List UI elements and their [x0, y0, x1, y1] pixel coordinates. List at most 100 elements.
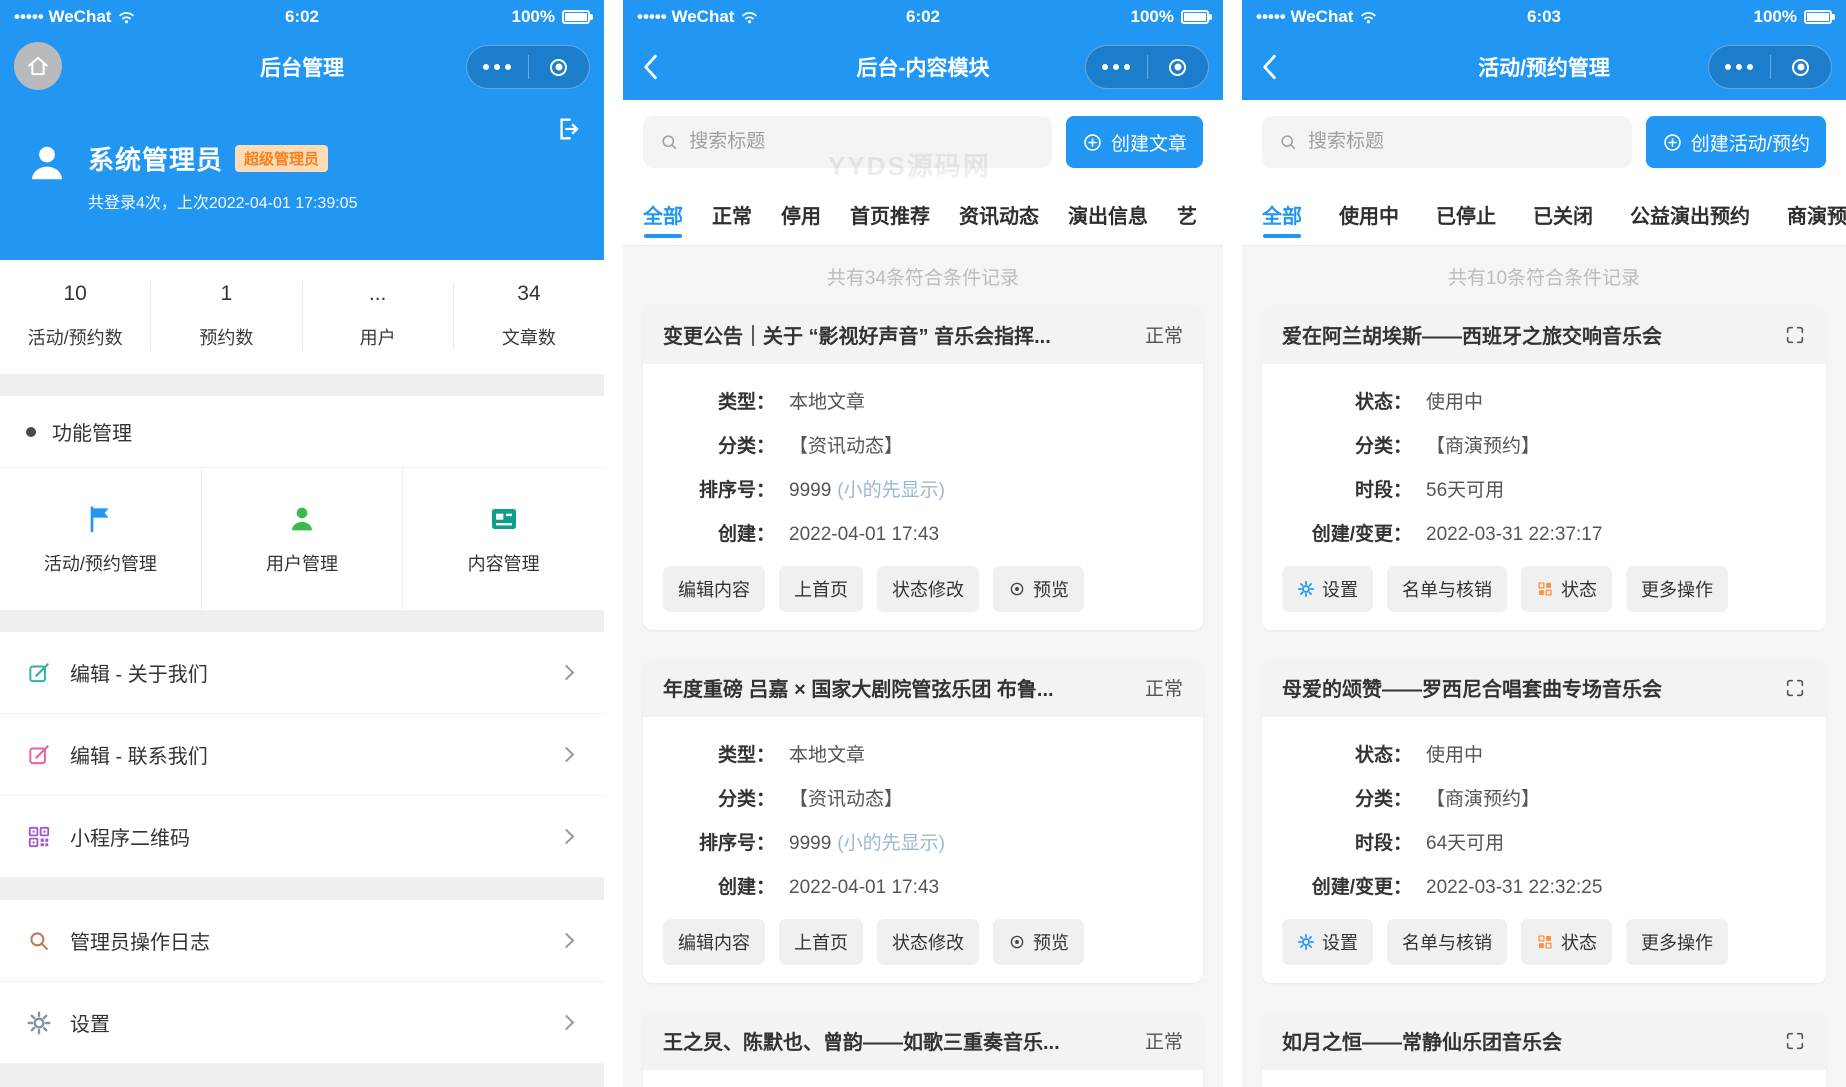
more-actions-button[interactable]: 更多操作	[1626, 566, 1728, 612]
tab-disabled[interactable]: 停用	[781, 184, 821, 245]
roster-checkin-button[interactable]: 名单与核销	[1387, 919, 1507, 965]
tab-all[interactable]: 全部	[1262, 184, 1302, 245]
tab-commercial-show[interactable]: 商演预约	[1787, 184, 1846, 245]
clock-text: 6:03	[1527, 7, 1561, 27]
capsule-menu	[1708, 45, 1832, 89]
screen-admin-home: ••••• WeChat 6:02 100% 后台管理	[0, 0, 604, 1087]
minimize-button[interactable]	[1148, 59, 1209, 76]
back-button[interactable]	[633, 48, 667, 86]
menu-label: 小程序二维码	[70, 822, 561, 851]
card-header: 如月之恒——常静仙乐团音乐会	[1262, 1011, 1826, 1070]
search-input[interactable]	[689, 131, 1036, 153]
settings-button[interactable]: 设置	[1282, 919, 1373, 965]
menu-edit-about[interactable]: 编辑 - 关于我们	[0, 632, 604, 714]
nav-bar: 后台-内容模块	[623, 34, 1223, 100]
activity-card: 如月之恒——常静仙乐团音乐会	[1262, 1011, 1826, 1087]
menu-miniprogram-qrcode[interactable]: 小程序二维码	[0, 796, 604, 878]
carrier-text: ••••• WeChat	[14, 7, 111, 27]
expand-icon[interactable]	[1784, 677, 1806, 699]
more-button[interactable]	[467, 64, 528, 70]
home-button[interactable]	[14, 42, 62, 90]
back-button[interactable]	[1252, 48, 1286, 86]
menu-settings[interactable]: 设置	[0, 982, 604, 1064]
tab-home-featured[interactable]: 首页推荐	[850, 184, 930, 245]
change-status-button[interactable]: 状态修改	[877, 919, 979, 965]
chevron-right-icon	[559, 829, 575, 845]
card-actions: 编辑内容 上首页 状态修改 预览	[663, 919, 1183, 965]
battery-percent: 100%	[1754, 7, 1797, 27]
to-homepage-button[interactable]: 上首页	[779, 919, 863, 965]
tab-public-show[interactable]: 公益演出预约	[1630, 184, 1750, 245]
more-button[interactable]	[1086, 64, 1147, 70]
activity-state: 使用中	[1426, 740, 1483, 767]
tab-art[interactable]: 艺	[1177, 184, 1197, 245]
menu-edit-contact[interactable]: 编辑 - 联系我们	[0, 714, 604, 796]
chevron-left-icon	[639, 53, 661, 81]
preview-button[interactable]: 预览	[993, 919, 1084, 965]
status-button[interactable]: 状态	[1521, 566, 1612, 612]
minimize-button[interactable]	[1771, 59, 1832, 76]
screen-activity-management: ••••• WeChat 6:03 100% 活动/预约管理	[1242, 0, 1846, 1087]
tab-all[interactable]: 全部	[643, 184, 683, 245]
expand-icon[interactable]	[1784, 324, 1806, 346]
page-title: 后台管理	[260, 52, 344, 82]
settings-button[interactable]: 设置	[1282, 566, 1373, 612]
card-actions: 设置 名单与核销 状态 更多操作	[1282, 919, 1806, 965]
tile-user-management[interactable]: 用户管理	[202, 468, 404, 610]
page-title: 活动/预约管理	[1478, 52, 1610, 82]
tab-stopped[interactable]: 已停止	[1436, 184, 1496, 245]
edit-content-button[interactable]: 编辑内容	[663, 566, 765, 612]
roster-checkin-button[interactable]: 名单与核销	[1387, 566, 1507, 612]
stats-row: 10活动/预约数 1预约数 ...用户 34文章数	[0, 260, 604, 374]
status-button[interactable]: 状态	[1521, 919, 1612, 965]
expand-icon[interactable]	[1784, 1030, 1806, 1052]
tile-activity-management[interactable]: 活动/预约管理	[0, 468, 202, 610]
wifi-icon	[740, 9, 759, 25]
sort-note: (小的先显示)	[837, 828, 945, 855]
search-box[interactable]	[1262, 116, 1632, 168]
more-actions-button[interactable]: 更多操作	[1626, 919, 1728, 965]
tile-label: 用户管理	[266, 550, 338, 576]
battery-percent: 100%	[512, 7, 555, 27]
target-icon	[1169, 59, 1186, 76]
carrier-text: ••••• WeChat	[1256, 7, 1353, 27]
page-title: 后台-内容模块	[857, 52, 990, 82]
tile-content-management[interactable]: 内容管理	[403, 468, 604, 610]
logout-icon[interactable]	[554, 114, 582, 149]
card-actions: 设置 名单与核销 状态 更多操作	[1282, 566, 1806, 612]
more-button[interactable]	[1709, 64, 1770, 70]
edit-square-icon	[26, 742, 52, 768]
minimize-button[interactable]	[529, 59, 590, 76]
article-card: 年度重磅 吕嘉 × 国家大剧院管弦乐团 布鲁... 正常 类型：本地文章 分类：…	[643, 658, 1203, 983]
change-status-button[interactable]: 状态修改	[877, 566, 979, 612]
bullet-icon	[26, 427, 36, 437]
search-box[interactable]	[643, 116, 1052, 168]
preview-button[interactable]: 预览	[993, 566, 1084, 612]
card-body	[1262, 1070, 1826, 1087]
content-icon	[488, 503, 520, 535]
edit-content-button[interactable]: 编辑内容	[663, 919, 765, 965]
status-grid-icon	[1536, 933, 1554, 951]
wifi-icon	[117, 9, 136, 25]
home-icon	[25, 53, 51, 79]
chevron-right-icon	[559, 747, 575, 763]
card-header: 爱在阿兰胡埃斯——西班牙之旅交响音乐会	[1262, 305, 1826, 364]
tab-show-info[interactable]: 演出信息	[1068, 184, 1148, 245]
carrier-text: ••••• WeChat	[637, 7, 734, 27]
clock-text: 6:02	[285, 7, 319, 27]
search-input[interactable]	[1308, 131, 1616, 153]
battery-percent: 100%	[1131, 7, 1174, 27]
create-activity-button[interactable]: 创建活动/预约	[1646, 116, 1826, 168]
tab-in-use[interactable]: 使用中	[1339, 184, 1399, 245]
section-title: 功能管理	[52, 417, 132, 446]
tab-news[interactable]: 资讯动态	[959, 184, 1039, 245]
sort-number: 9999	[789, 833, 831, 855]
tab-normal[interactable]: 正常	[712, 184, 752, 245]
menu-admin-log[interactable]: 管理员操作日志	[0, 900, 604, 982]
status-bar: ••••• WeChat 6:02 100%	[0, 0, 604, 34]
battery-icon	[1804, 10, 1832, 24]
to-homepage-button[interactable]: 上首页	[779, 566, 863, 612]
tab-closed[interactable]: 已关闭	[1533, 184, 1593, 245]
create-article-button[interactable]: 创建文章	[1066, 116, 1203, 168]
created-time: 2022-04-01 17:43	[789, 877, 939, 899]
